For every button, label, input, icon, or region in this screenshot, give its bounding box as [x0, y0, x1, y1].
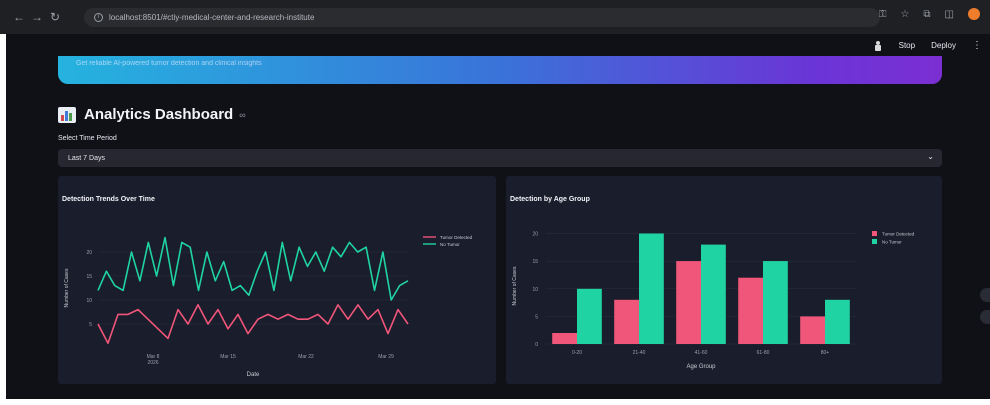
y-tick-label: 5	[535, 314, 538, 320]
x-axis-title: Date	[247, 372, 260, 378]
bar	[800, 316, 825, 344]
x-tick-label: Mar 22	[298, 354, 314, 360]
bar	[577, 288, 602, 344]
profile-icon[interactable]	[968, 8, 980, 20]
deploy-button[interactable]: Deploy	[931, 41, 956, 50]
x-tick-label: Mar 29	[378, 354, 394, 360]
time-period-label: Select Time Period	[58, 135, 117, 142]
back-icon[interactable]: ←	[10, 8, 28, 26]
dashboard-title: Analytics Dashboard	[84, 106, 234, 123]
bar	[763, 261, 788, 344]
x-tick-label: 61-80	[757, 350, 770, 356]
page-title: Analytics Dashboard ∞	[58, 106, 246, 123]
address-bar[interactable]: i localhost:8501/#ctiy-medical-center-an…	[84, 8, 880, 27]
app-topbar: Stop Deploy ⋮	[873, 40, 982, 51]
age-group-panel: Detection by Age Group 0 5 10 15 20 0-20 21-40…	[506, 176, 942, 384]
y-tick-label: 20	[86, 250, 92, 256]
star-icon[interactable]: ☆	[900, 9, 909, 20]
sidebar-icon[interactable]: ◫	[945, 9, 954, 20]
side-widget-chat[interactable]	[980, 310, 990, 324]
y-tick-label: 20	[532, 232, 538, 238]
url-text: localhost:8501/#ctiy-medical-center-and-…	[109, 13, 315, 22]
legend-label: No Tumor	[440, 242, 460, 247]
anchor-link-icon[interactable]: ∞	[239, 110, 245, 120]
bar	[676, 261, 701, 344]
bar-chart-icon	[58, 106, 76, 123]
bar	[614, 299, 639, 344]
y-tick-label: 15	[532, 259, 538, 265]
bar	[825, 299, 850, 344]
key-icon[interactable]: ⚿	[879, 9, 887, 20]
bar	[701, 244, 726, 344]
legend-swatch	[872, 239, 877, 244]
bar-chart: 0 5 10 15 20 0-20 21-40 41-60 61-80 80+ Age Group N…	[512, 231, 915, 370]
line-chart: 5101520Mar 82026Mar 15 Mar 22 Mar 29DateNu…	[64, 235, 473, 378]
series-line	[97, 236, 409, 301]
side-widget-handle[interactable]	[980, 288, 990, 302]
legend-swatch	[872, 231, 877, 236]
forward-icon[interactable]: →	[28, 8, 46, 26]
extensions-icon[interactable]: ⧉	[923, 9, 930, 20]
banner-text: Get reliable AI-powered tumor detection …	[76, 60, 262, 67]
bar	[639, 233, 664, 344]
y-tick-label: 15	[86, 274, 92, 280]
x-tick-label: 21-40	[633, 350, 646, 356]
x-tick-label: 80+	[821, 350, 830, 356]
bar	[738, 277, 763, 344]
x-axis-title: Age Group	[686, 364, 716, 370]
detection-trends-panel: Detection Trends Over Time 5 10 15 20 Mar 82…	[58, 176, 496, 384]
header-banner: Get reliable AI-powered tumor detection …	[58, 56, 942, 84]
x-tick-label: Mar 15	[220, 354, 236, 360]
y-axis-title: Number of Cases	[64, 268, 70, 307]
y-tick-label: 10	[86, 298, 92, 304]
running-icon	[873, 40, 883, 51]
legend-label: No Tumor	[882, 240, 902, 245]
legend-label: Tumor Detected	[440, 235, 473, 240]
reload-icon[interactable]: ↻	[46, 8, 64, 26]
time-period-value: Last 7 Days	[68, 154, 105, 162]
x-tick-label: 2026	[147, 360, 158, 366]
time-period-select[interactable]: Last 7 Days ⌄	[58, 149, 942, 167]
y-tick-label: 0	[535, 342, 538, 348]
browser-toolbar: ← → ↻ i localhost:8501/#ctiy-medical-cen…	[0, 0, 990, 34]
app-main: Stop Deploy ⋮ Get reliable AI-powered tu…	[6, 34, 990, 399]
x-tick-label: 41-60	[695, 350, 708, 356]
stop-button[interactable]: Stop	[899, 41, 915, 50]
site-info-icon[interactable]: i	[94, 13, 103, 22]
y-tick-label: 10	[532, 287, 538, 293]
legend-label: Tumor Detected	[882, 232, 915, 237]
y-axis-title: Number of Cases	[512, 266, 518, 305]
main-menu-icon[interactable]: ⋮	[972, 40, 982, 51]
chevron-down-icon: ⌄	[927, 152, 934, 161]
bar	[552, 333, 577, 344]
y-tick-label: 5	[89, 322, 92, 328]
x-tick-label: 0-20	[572, 350, 582, 356]
